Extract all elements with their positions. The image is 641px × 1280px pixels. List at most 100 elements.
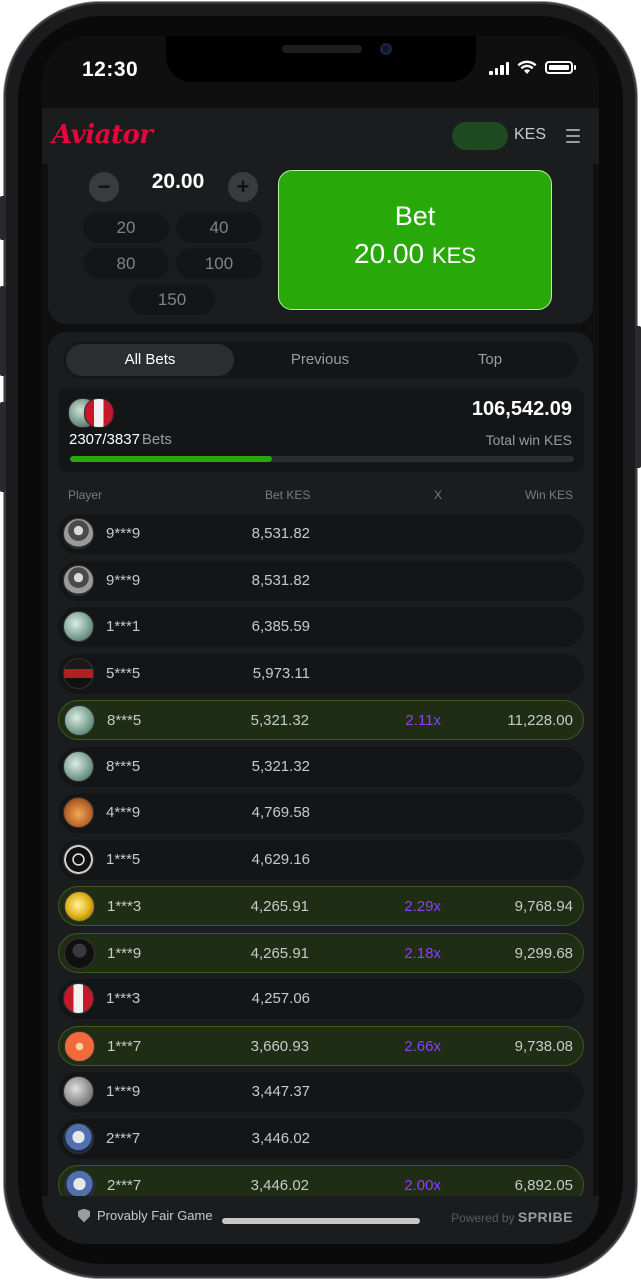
bet-button-value: 20.00 — [354, 238, 425, 269]
notch — [166, 36, 476, 82]
tab-top[interactable]: Top — [406, 344, 574, 376]
table-row: 1***5 4,629.16 — [58, 839, 584, 880]
win-amount: 9,738.08 — [514, 1037, 573, 1055]
bets-count-value: 2307/3837 — [69, 431, 140, 448]
quick-amount-20[interactable]: 20 — [83, 212, 169, 243]
hamburger-icon[interactable] — [566, 129, 580, 147]
camera-icon — [380, 43, 392, 55]
side-button-silent — [0, 196, 6, 240]
table-row: 1***3 4,265.91 2.29x 9,768.94 — [58, 886, 584, 926]
player-name: 1***9 — [107, 944, 142, 962]
table-row: 1***9 3,447.37 — [58, 1072, 584, 1112]
powered-by: Powered by SPRIBE — [451, 1209, 573, 1225]
powered-by-label: Powered by — [451, 1211, 515, 1225]
screen: 12:30 Aviator KES − 20.00 + 20 40 80 100… — [42, 36, 599, 1244]
multiplier: 2.11x — [405, 712, 441, 729]
avatar — [63, 518, 94, 549]
status-icons — [489, 60, 576, 75]
bet-amount: 3,447.37 — [251, 1083, 310, 1100]
table-row: 1***7 3,660.93 2.66x 9,738.08 — [58, 1025, 584, 1066]
bet-amount: 3,660.93 — [250, 1037, 309, 1055]
side-button-power — [635, 326, 641, 468]
player-name: 1***3 — [107, 898, 142, 915]
player-name: 9***9 — [106, 571, 141, 589]
avatar — [63, 843, 94, 875]
speaker-grille — [282, 45, 362, 53]
side-button-volume-down — [0, 402, 6, 492]
player-name: 2***7 — [106, 1129, 141, 1147]
bet-button[interactable]: Bet 20.00 KES — [278, 170, 552, 310]
side-button-volume-up — [0, 286, 6, 376]
bets-tabs: All Bets Previous Top — [64, 342, 578, 378]
provably-fair-link[interactable]: Provably Fair Game — [78, 1208, 213, 1223]
player-name: 4***9 — [106, 804, 141, 821]
avatar — [63, 1076, 94, 1107]
provably-fair-label: Provably Fair Game — [97, 1208, 213, 1223]
col-x: X — [434, 488, 443, 502]
footer: Provably Fair Game Powered by SPRIBE — [42, 1196, 599, 1244]
win-amount: 9,768.94 — [514, 898, 573, 915]
bet-amount: 5,321.32 — [250, 712, 309, 729]
col-win: Win KES — [524, 488, 573, 502]
aviator-logo: Aviator — [52, 120, 153, 150]
quick-amount-100[interactable]: 100 — [176, 248, 262, 279]
col-bet: Bet KES — [265, 488, 311, 502]
table-row: 4***9 4,769.58 — [58, 793, 584, 833]
player-name: 1***1 — [106, 618, 141, 635]
table-row: 1***9 4,265.91 2.18x 9,299.68 — [58, 932, 584, 973]
bet-button-amount: 20.00 KES — [279, 238, 551, 270]
bet-amount: 4,769.58 — [251, 804, 310, 821]
player-name: 9***9 — [106, 525, 141, 542]
table-row: 1***3 4,257.06 — [58, 979, 584, 1019]
avatar — [64, 1030, 95, 1062]
quick-amount-150[interactable]: 150 — [129, 284, 215, 315]
tab-previous[interactable]: Previous — [236, 344, 404, 376]
battery-icon — [545, 61, 576, 74]
bet-amount: 6,385.59 — [251, 618, 310, 635]
bets-summary: 2307/3837 Bets 106,542.09 Total win KES — [58, 388, 584, 472]
multiplier: 2.29x — [404, 898, 441, 915]
bet-amount-input[interactable]: 20.00 — [128, 170, 228, 194]
bet-amount: 4,257.06 — [251, 990, 310, 1007]
table-row: 8***5 5,321.32 2.11x 11,228.00 — [58, 700, 584, 740]
avatar — [63, 1122, 94, 1154]
quick-amount-40[interactable]: 40 — [176, 212, 262, 243]
avatar — [84, 398, 114, 428]
signal-icon — [489, 61, 509, 75]
progress-fill — [70, 456, 272, 462]
wifi-icon — [517, 60, 537, 74]
bet-amount: 4,265.91 — [250, 944, 309, 962]
player-name: 2***7 — [107, 1177, 142, 1194]
player-name: 8***5 — [107, 712, 142, 729]
multiplier: 2.18x — [404, 944, 441, 962]
avatar — [64, 937, 95, 969]
table-row: 8***5 5,321.32 — [58, 746, 584, 787]
player-name: 1***5 — [106, 850, 141, 868]
currency-label: KES — [514, 126, 547, 143]
total-win-value: 106,542.09 — [471, 398, 572, 420]
bet-amount: 3,446.02 — [251, 1129, 310, 1147]
table-row: 9***9 8,531.82 — [58, 514, 584, 554]
bet-amount: 8,531.82 — [251, 571, 310, 589]
avatar — [64, 891, 95, 922]
table-row: 9***9 8,531.82 — [58, 560, 584, 601]
win-amount: 11,228.00 — [507, 712, 573, 729]
win-amount: 9,299.68 — [514, 944, 573, 962]
quick-amount-80[interactable]: 80 — [83, 248, 169, 279]
status-time: 12:30 — [82, 58, 139, 81]
avatar — [63, 983, 94, 1014]
bet-amount: 8,531.82 — [251, 525, 310, 542]
app-header: Aviator KES — [42, 108, 599, 164]
bets-count: 2307/3837 Bets — [69, 431, 172, 448]
total-win-label: Total win KES — [485, 432, 572, 448]
home-indicator[interactable] — [222, 1218, 420, 1224]
bet-button-label: Bet — [394, 201, 436, 231]
player-name: 1***9 — [106, 1083, 141, 1100]
bets-count-label: Bets — [141, 431, 172, 448]
decrease-amount-button[interactable]: − — [89, 172, 119, 202]
balance-toggle[interactable] — [452, 122, 508, 150]
shield-icon — [78, 1208, 90, 1223]
bets-panel: All Bets Previous Top 2307/3837 Bets 106,… — [48, 332, 593, 1244]
increase-amount-button[interactable]: + — [228, 172, 258, 202]
tab-all-bets[interactable]: All Bets — [66, 344, 234, 376]
